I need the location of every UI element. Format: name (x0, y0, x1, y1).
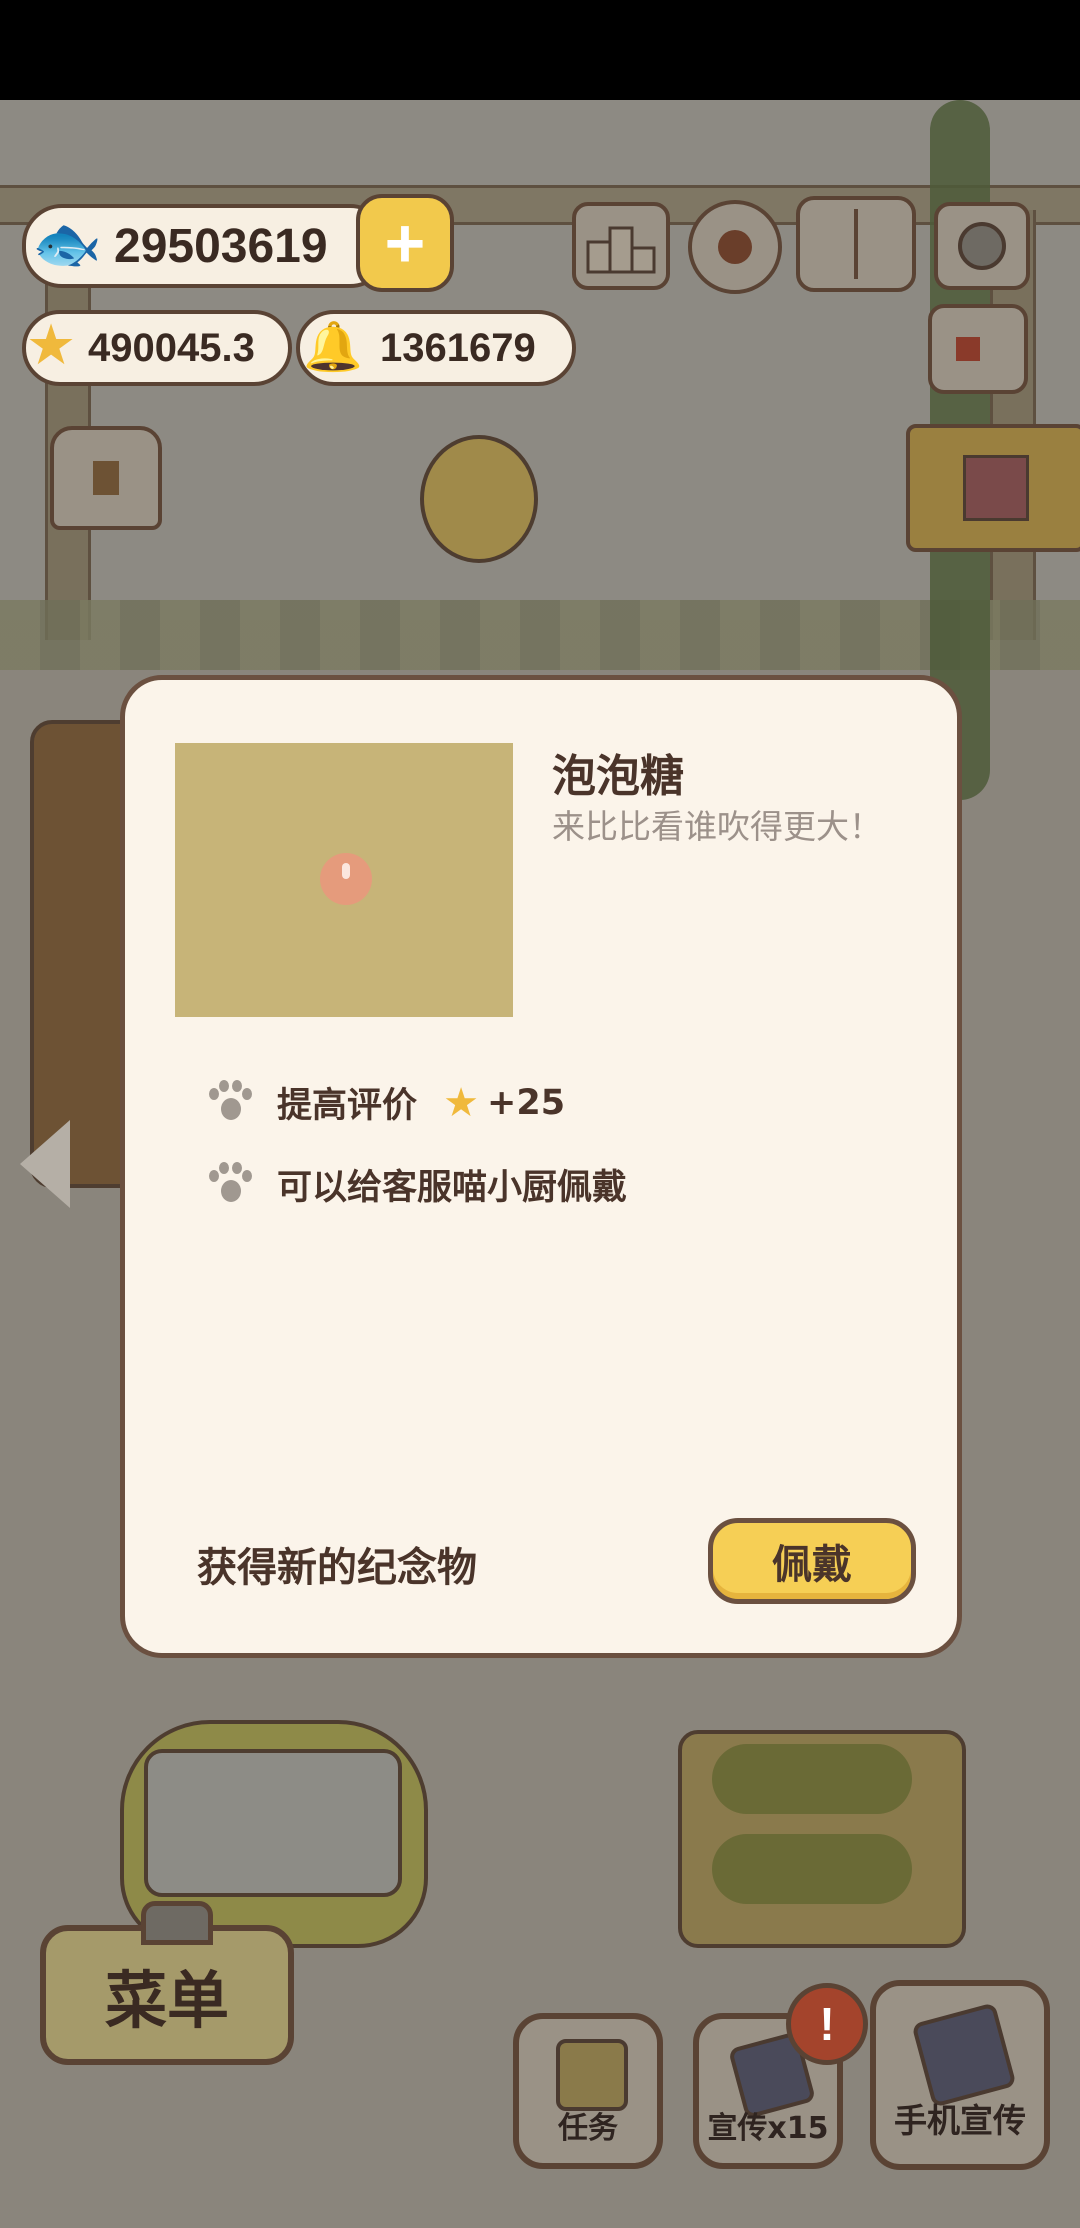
add-currency-button[interactable]: + (356, 194, 454, 292)
paw-book-icon[interactable] (796, 196, 916, 292)
new-souvenir-label: 获得新的纪念物 (197, 1545, 477, 1591)
paw-icon (207, 1161, 253, 1208)
scroll-left-arrow-icon[interactable] (20, 1120, 70, 1208)
ranking-icon[interactable] (572, 202, 670, 290)
playground-sign-icon[interactable] (906, 424, 1080, 552)
wall-wave-trim (0, 600, 1080, 670)
bubble-gum-icon (320, 853, 372, 905)
star-icon: ★ (443, 1079, 479, 1126)
feature-rating-text: 提高评价 (277, 1086, 418, 1126)
feature-rating: 提高评价 ★ +25 (207, 1077, 565, 1128)
alert-badge-icon: ! (786, 1983, 868, 2065)
tasks-button-label: 任务 (558, 2111, 618, 2146)
souvenir-preview-image (175, 743, 513, 1017)
menu-button-label: 菜单 (104, 1964, 229, 2037)
souvenir-title: 泡泡糖 (552, 751, 684, 802)
feature-wearable: 可以给客服喵小厨佩戴 (207, 1159, 627, 1210)
star-rating-counter: ★ 490045.3 (22, 310, 292, 386)
souvenir-subtitle: 来比比看谁吹得更大！ (552, 807, 882, 846)
pineapple-clock-decoration (420, 435, 538, 563)
menu-button[interactable]: 菜单 (40, 1901, 294, 2065)
bell-icon: 🔔 (303, 320, 363, 374)
fish-icon: 🐟 (32, 212, 102, 275)
bell-currency-counter: 🔔 1361679 (296, 310, 576, 386)
tasks-button[interactable]: 任务 (513, 2013, 663, 2169)
melon-display-stand (678, 1730, 966, 1948)
souvenir-dialog: 泡泡糖 来比比看谁吹得更大！ 提高评价 ★ +25 可以给客服喵小厨佩戴 获得新… (120, 675, 962, 1658)
fish-currency-counter: 🐟 29503619 (22, 204, 390, 288)
shop-icon[interactable] (50, 426, 162, 530)
feature-wearable-text: 可以给客服喵小厨佩戴 (277, 1168, 628, 1208)
phone-promote-button-label: 手机宣传 (894, 2101, 1026, 2140)
status-bar (0, 0, 1080, 100)
phone-icon (911, 2002, 1017, 2108)
camera-icon[interactable] (934, 202, 1030, 290)
feature-rating-bonus: +25 (487, 1082, 566, 1123)
settings-gear-icon[interactable] (688, 200, 782, 294)
star-icon: ★ (28, 317, 74, 373)
checklist-icon (556, 2039, 628, 2111)
newspaper-icon[interactable] (928, 304, 1028, 394)
fish-count: 29503619 (114, 219, 328, 273)
phone-promote-button[interactable]: 手机宣传 (870, 1980, 1050, 2170)
star-count: 490045.3 (88, 325, 255, 370)
clipboard-clip-icon (141, 1901, 213, 1945)
bell-count: 1361679 (380, 325, 536, 370)
wear-button[interactable]: 佩戴 (708, 1518, 916, 1604)
paw-icon (207, 1079, 253, 1126)
promote-button-label: 宣传x15 (707, 2111, 829, 2146)
